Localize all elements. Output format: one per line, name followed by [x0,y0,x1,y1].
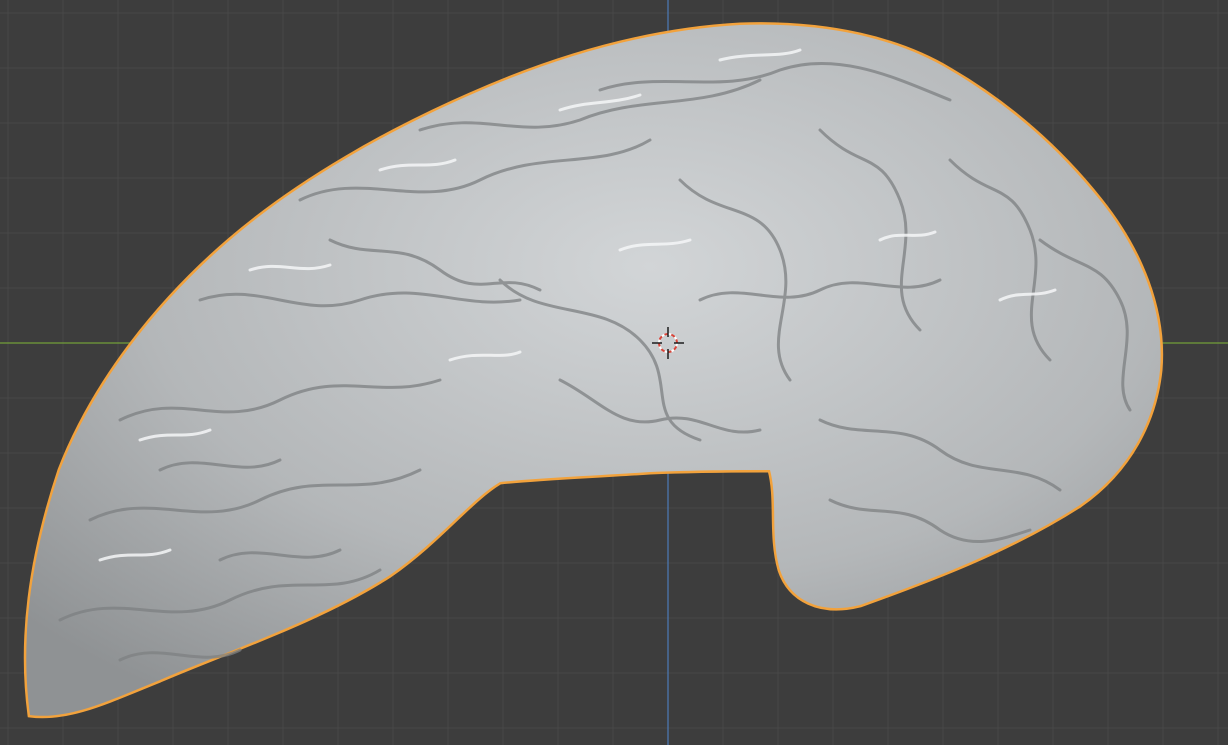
viewport-canvas[interactable] [0,0,1228,745]
3d-viewport[interactable] [0,0,1228,745]
